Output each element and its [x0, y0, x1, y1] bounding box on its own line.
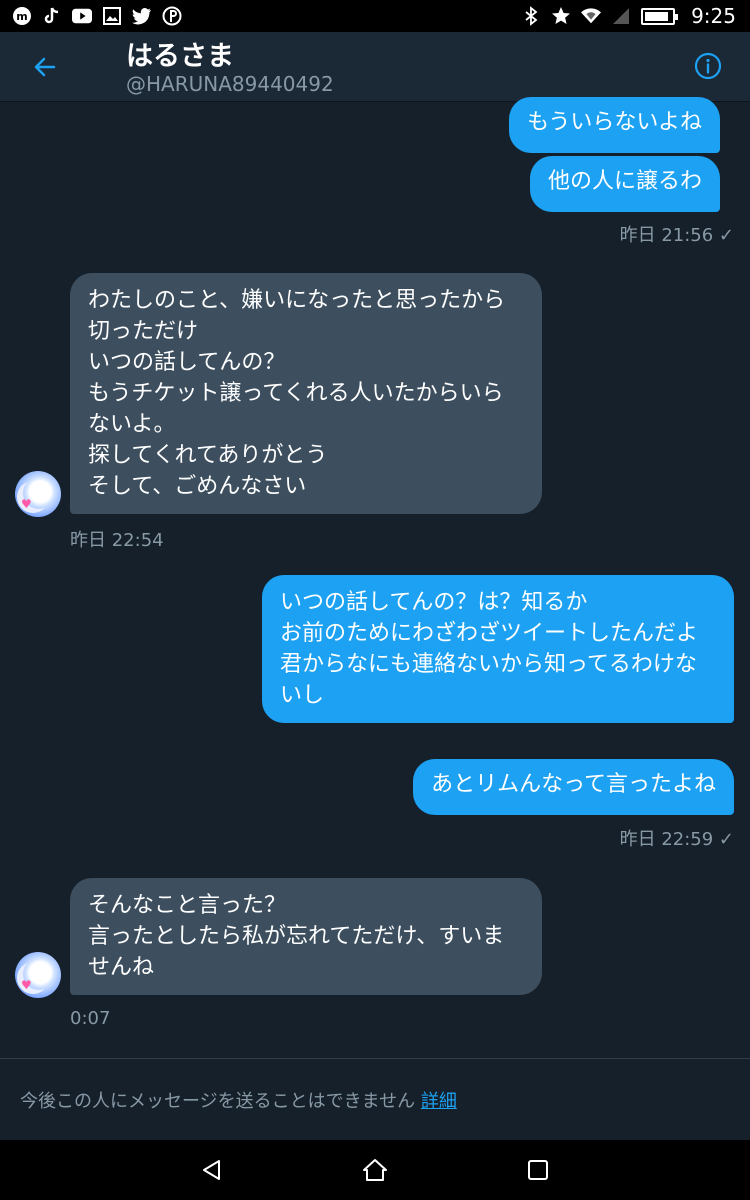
message-bubble-outgoing[interactable]: 他の人に譲るわ — [529, 156, 720, 212]
pinterest-icon — [162, 6, 182, 26]
wifi-icon — [581, 6, 602, 26]
tiktok-icon — [42, 6, 62, 26]
mercari-icon: m — [12, 6, 32, 26]
heart-icon: ♥ — [21, 497, 32, 511]
svg-text:m: m — [16, 10, 27, 23]
conversation-header: はるさま @HARUNA89440492 — [0, 32, 750, 102]
message-bubble-outgoing[interactable]: あとリムんなって言ったよね — [413, 759, 734, 815]
details-link[interactable]: 詳細 — [421, 1091, 457, 1112]
youtube-icon — [72, 6, 92, 26]
conversation-title[interactable]: はるさま — [126, 34, 234, 73]
avatar[interactable]: ♥ — [15, 952, 61, 998]
back-button[interactable] — [30, 52, 60, 82]
info-button[interactable] — [694, 52, 722, 80]
square-recents-icon — [528, 1160, 549, 1180]
footer-notice: 今後この人にメッセージを送ることはできません 詳細 — [20, 1087, 457, 1113]
message-timestamp: 昨日 21:56 ✓ — [619, 225, 734, 246]
battery-icon — [641, 7, 679, 25]
arrow-left-icon — [34, 57, 56, 77]
footer-notice-text: 今後この人にメッセージを送ることはできません — [20, 1091, 416, 1112]
footer-divider — [0, 1058, 750, 1059]
message-timestamp: 昨日 22:54 — [70, 530, 164, 551]
info-icon — [694, 52, 722, 80]
status-bar: m 9:25 — [0, 0, 750, 32]
avatar[interactable]: ♥ — [15, 471, 61, 517]
nav-home-button[interactable] — [360, 1155, 390, 1185]
status-bar-right: 9:25 — [521, 4, 736, 28]
signal-icon — [611, 6, 631, 26]
twitter-icon — [132, 6, 152, 26]
star-icon — [551, 6, 571, 26]
message-timestamp: 昨日 22:59 ✓ — [619, 829, 734, 850]
nav-recents-button[interactable] — [523, 1155, 553, 1185]
gallery-icon — [102, 6, 122, 26]
message-bubble-outgoing[interactable]: もういらないよね — [509, 97, 720, 153]
triangle-back-icon — [202, 1160, 220, 1180]
navigation-bar — [0, 1140, 750, 1200]
status-time: 9:25 — [691, 4, 736, 28]
message-timestamp: 0:07 — [70, 1008, 111, 1029]
heart-icon: ♥ — [21, 978, 32, 992]
message-bubble-outgoing[interactable]: いつの話してんの？は？知るか お前のためにわざわざツイートしたんだよ 君からなに… — [262, 575, 734, 723]
bluetooth-icon — [521, 6, 541, 26]
home-icon — [362, 1159, 387, 1181]
status-bar-left: m — [12, 6, 182, 26]
battery-fill — [645, 11, 669, 21]
message-bubble-incoming[interactable]: わたしのこと、嫌いになったと思ったから切っただけ いつの話してんの？ もうチケッ… — [70, 273, 542, 514]
message-bubble-incoming[interactable]: そんなこと言った？ 言ったとしたら私が忘れてただけ、すいませんね — [70, 878, 542, 995]
conversation-handle[interactable]: @HARUNA89440492 — [126, 72, 334, 96]
nav-back-button[interactable] — [197, 1155, 227, 1185]
